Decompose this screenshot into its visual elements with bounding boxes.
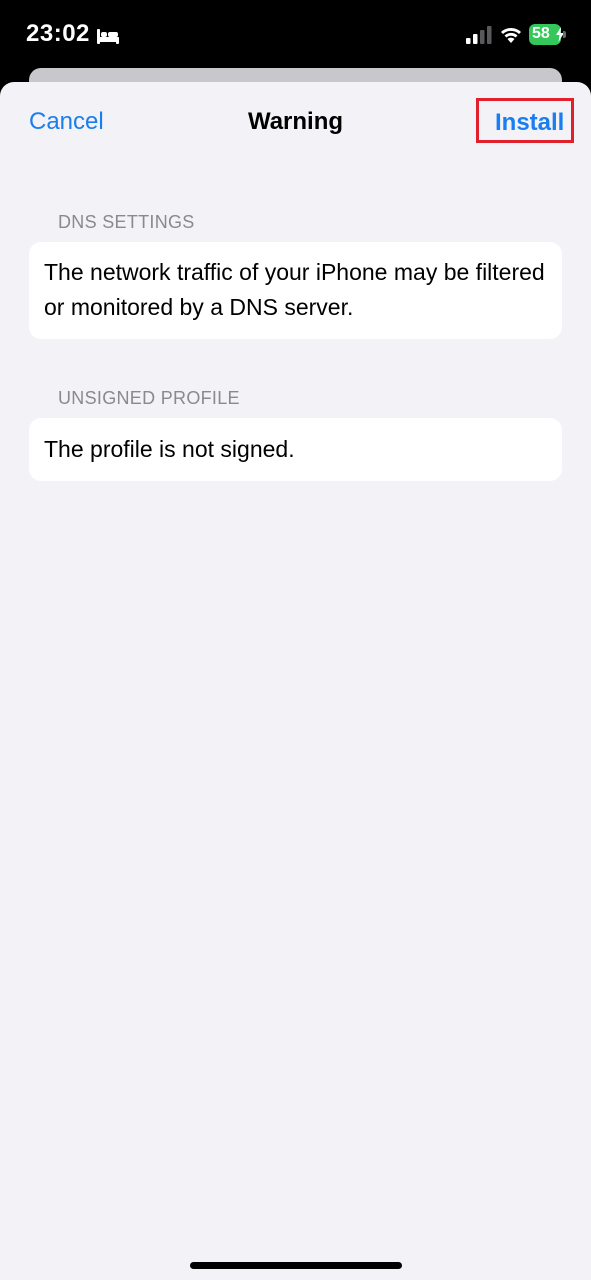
unsigned-profile-text: The profile is not signed. xyxy=(44,436,295,462)
install-button-highlight[interactable]: Install xyxy=(476,98,574,143)
bed-icon xyxy=(97,29,119,44)
dns-settings-text: The network traffic of your iPhone may b… xyxy=(44,259,545,320)
cellular-signal-icon xyxy=(466,26,492,44)
status-bar: 23:02 58 xyxy=(0,0,591,70)
install-button[interactable]: Install xyxy=(495,109,564,137)
battery-percent: 58 xyxy=(532,25,550,42)
warning-sheet: Cancel Warning Install DNS SETTINGS The … xyxy=(0,82,591,1280)
section-header-dns-settings: DNS SETTINGS xyxy=(58,212,195,232)
section-header-unsigned-profile: UNSIGNED PROFILE xyxy=(58,388,240,408)
card-dns-settings: The network traffic of your iPhone may b… xyxy=(29,242,562,339)
battery-cap xyxy=(563,31,566,38)
wifi-icon xyxy=(501,28,521,43)
home-indicator[interactable] xyxy=(190,1262,402,1269)
card-unsigned-profile: The profile is not signed. xyxy=(29,418,562,481)
battery-charging-icon: 58 xyxy=(529,24,567,45)
status-time: 23:02 xyxy=(26,20,90,47)
